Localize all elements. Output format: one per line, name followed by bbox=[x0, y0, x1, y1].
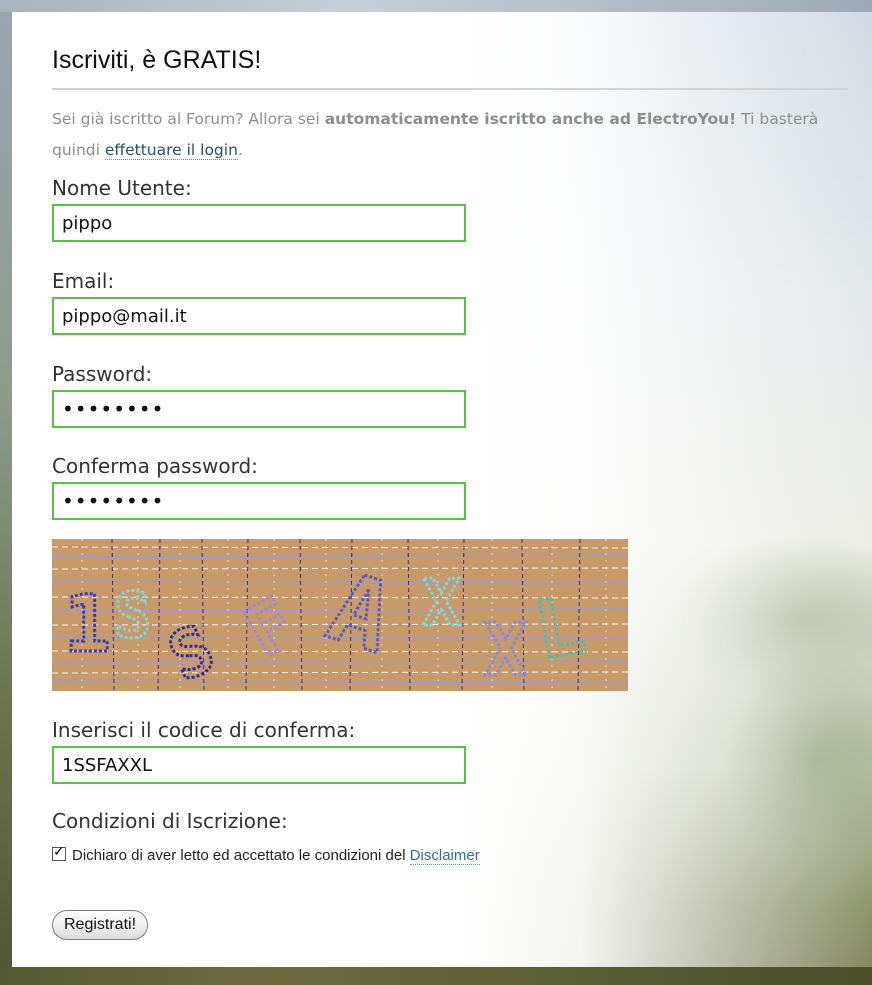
svg-text:X: X bbox=[422, 567, 461, 641]
captcha-label: Inserisci il codice di conferma: bbox=[52, 718, 356, 742]
background-top-edge bbox=[0, 0, 872, 12]
svg-text:S: S bbox=[114, 579, 151, 652]
intro-text-part3: . bbox=[237, 141, 243, 159]
registration-form: Iscriviti, è GRATIS! Sei già iscritto al… bbox=[52, 40, 852, 940]
intro-text-bold: automaticamente iscritto anche ad Electr… bbox=[324, 110, 737, 128]
intro-text: Sei già iscritto al Forum? Allora sei au… bbox=[52, 104, 852, 166]
checkmark-icon: ✓ bbox=[53, 843, 65, 859]
svg-text:1: 1 bbox=[64, 580, 111, 670]
email-input[interactable] bbox=[52, 297, 466, 335]
terms-row: ✓ Dichiaro di aver letto ed accettato le … bbox=[52, 843, 480, 866]
background-left-edge bbox=[0, 0, 12, 985]
title-divider bbox=[52, 88, 848, 90]
confirm-password-label: Conferma password: bbox=[52, 454, 258, 478]
register-button[interactable]: Registrati! bbox=[52, 910, 149, 940]
captcha-input[interactable] bbox=[52, 746, 466, 784]
confirm-password-input[interactable] bbox=[52, 482, 466, 520]
background-bottom-edge bbox=[0, 967, 872, 985]
captcha-image: 1 S S F A X X L bbox=[52, 539, 628, 691]
password-input[interactable] bbox=[52, 390, 466, 428]
login-link[interactable]: effettuare il login bbox=[104, 141, 238, 160]
username-input[interactable] bbox=[52, 204, 466, 242]
registration-panel: Iscriviti, è GRATIS! Sei già iscritto al… bbox=[12, 12, 872, 967]
password-label: Password: bbox=[52, 362, 153, 386]
terms-checkbox[interactable]: ✓ bbox=[52, 843, 66, 861]
svg-text:X: X bbox=[484, 608, 527, 691]
disclaimer-link[interactable]: Disclaimer bbox=[409, 847, 480, 865]
username-label: Nome Utente: bbox=[52, 176, 192, 200]
terms-label: Condizioni di Iscrizione: bbox=[52, 809, 288, 833]
page-title: Iscriviti, è GRATIS! bbox=[52, 46, 262, 74]
email-label: Email: bbox=[52, 269, 115, 293]
intro-text-part1: Sei già iscritto al Forum? Allora sei bbox=[52, 110, 325, 128]
terms-checkbox-text: Dichiaro di aver letto ed accettato le c… bbox=[72, 847, 410, 864]
